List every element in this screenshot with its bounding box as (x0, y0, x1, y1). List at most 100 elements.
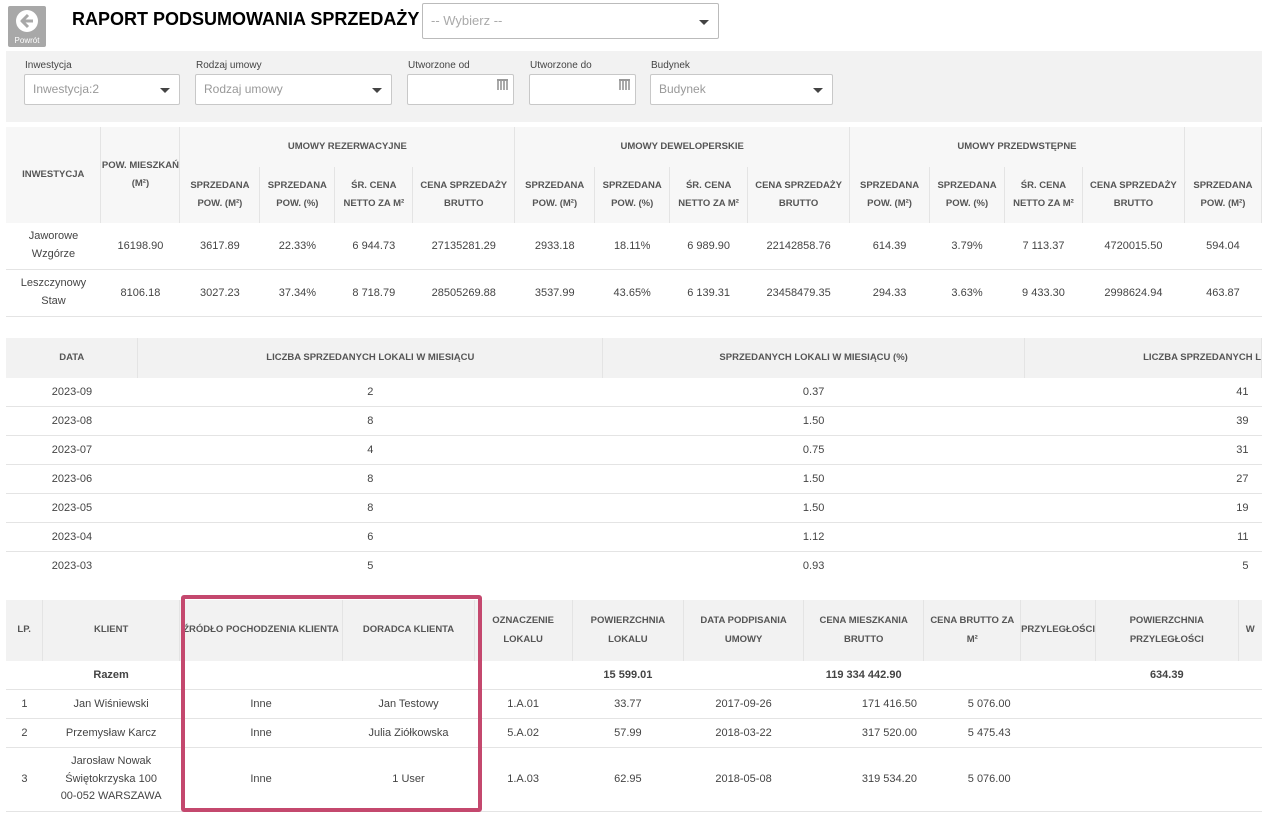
h-part: LOKALU (608, 633, 648, 645)
sub-label: POW. (M²) (1200, 198, 1246, 209)
group-developer: UMOWY DEWELOPERSKIE (514, 127, 851, 167)
created-to-label: Utworzone do (530, 60, 592, 71)
sub-label: ŚR. CENA (1020, 179, 1067, 191)
col-sold-pct[interactable]: SPRZEDANYCH LOKALI W MIESIĄCU (%) (602, 338, 1026, 378)
building-select[interactable]: Budynek (650, 74, 833, 105)
cell: 6 989.90 (669, 223, 748, 270)
contract-type-select[interactable]: Rodzaj umowy (195, 74, 392, 105)
cell: 3.63% (929, 269, 1005, 317)
cell (1020, 661, 1096, 690)
cell (1095, 689, 1239, 719)
cell (1238, 689, 1262, 719)
cell: 1.50 (602, 406, 1025, 436)
col-sold-area[interactable]: SPRZEDANA POW. (M²) (179, 167, 261, 223)
page-title: RAPORT PODSUMOWANIA SPRZEDAŻY (72, 9, 420, 29)
table-row: 2023-04 6 1.12 11 (6, 522, 1262, 552)
cell: 2023-03 (51, 560, 93, 572)
created-to-input[interactable] (529, 74, 636, 105)
col-adjacent-area[interactable]: POWIERZCHNIA PRZYLEGŁOŚCI (1095, 600, 1239, 661)
col-sale-price[interactable]: CENA SPRZEDAŻY BRUTTO (747, 167, 851, 223)
main-select[interactable]: -- Wybierz -- (422, 3, 719, 39)
cell: 0.75 (602, 435, 1025, 465)
sub-label: CENA SPRZEDAŻY (1090, 179, 1177, 191)
summary-row: Razem 15 599.01 119 334 442.90 634.39 (6, 661, 1262, 690)
created-from-input[interactable] (407, 74, 514, 105)
cell: 5 (1242, 560, 1249, 572)
col-avg-price[interactable]: ŚR. CENA NETTO ZA M² (669, 167, 749, 223)
col-client-advisor[interactable]: DORADCA KLIENTA (342, 600, 475, 661)
cell: 5 076.00 (923, 689, 1021, 719)
cell: 317 520.00 (803, 718, 924, 748)
col-adjacent[interactable]: PRZYLEGŁOŚCI (1020, 600, 1096, 661)
col-lp[interactable]: LP. (6, 600, 44, 661)
col-sold-pct[interactable]: SPRZEDANA POW. (%) (929, 167, 1005, 223)
col-sold-area[interactable]: SPRZEDANA POW. (M²) (514, 167, 596, 223)
cell: 1.A.03 (474, 747, 573, 812)
cell: 8 (137, 493, 603, 523)
filter-bar: Inwestycja Inwestycja:2 Rodzaj umowy Rod… (6, 51, 1262, 122)
sub-label: ŚR. CENA (351, 179, 397, 191)
cell: 5.A.02 (474, 718, 573, 748)
col-unit[interactable]: OZNACZENIE LOKALU (474, 600, 573, 661)
cell: 37.34% (259, 269, 335, 317)
cell: Jan Testowy (342, 689, 475, 719)
contract-type-label: Rodzaj umowy (196, 60, 262, 71)
h-part: CENA BRUTTO ZA (930, 615, 1015, 627)
table-row: 2023-05 8 1.50 19 (6, 493, 1262, 523)
investment-name: Jaworowe Wzgórze (6, 223, 101, 270)
calendar-icon[interactable] (619, 79, 630, 90)
chevron-down-icon (160, 88, 170, 93)
cell: 19 (1024, 493, 1262, 523)
col-price-per-m2[interactable]: CENA BRUTTO ZA M² (923, 600, 1022, 661)
sum-price: 119 334 442.90 (803, 661, 924, 690)
col-apartment-price[interactable]: CENA MIESZKANIA BRUTTO (803, 600, 925, 661)
cell: Jan Wiśniewski (42, 689, 180, 719)
col-avg-price[interactable]: ŚR. CENA NETTO ZA M² (334, 167, 414, 223)
col-sold-area[interactable]: SPRZEDANA POW. (M²) (849, 167, 931, 223)
cell: 1.50 (602, 493, 1025, 523)
col-date[interactable]: DATA (6, 338, 139, 378)
col-sold-area[interactable]: SPRZEDANA POW. (M²) (1184, 167, 1262, 223)
col-sign-date[interactable]: DATA PODPISANIA UMOWY (683, 600, 804, 661)
cell: Inne (179, 747, 343, 812)
cell: 6 944.73 (334, 223, 413, 270)
cell: 2023-09 (6, 378, 138, 407)
cell: Inne (179, 718, 343, 748)
col-client[interactable]: KLIENT (42, 600, 180, 661)
sub-label: BRUTTO (444, 198, 484, 209)
col-client-source[interactable]: ŹRÓDŁO POCHODZENIA KLIENTA (179, 600, 344, 661)
col-sold-cumulative[interactable]: LICZBA SPRZEDANYCH L (1024, 338, 1262, 378)
cell: Julia Ziółkowska (342, 718, 475, 748)
cell: 57.99 (572, 718, 684, 748)
col-extra[interactable]: W (1238, 600, 1262, 661)
cell: Inne (179, 689, 343, 719)
cell: 22.33% (259, 223, 335, 270)
col-sold-pct[interactable]: SPRZEDANA POW. (%) (594, 167, 671, 223)
calendar-icon[interactable] (497, 79, 508, 90)
name-part: Leszczynowy (20, 277, 87, 290)
col-apartment-area[interactable]: POW. MIESZKAŃ (M²) (100, 127, 181, 223)
col-sold-count[interactable]: LICZBA SPRZEDANYCH LOKALI W MIESIĄCU (137, 338, 604, 378)
col-unit-area[interactable]: POWIERZCHNIA LOKALU (572, 600, 685, 661)
client-city: 00-052 WARSZAWA (60, 790, 162, 803)
cell (923, 661, 1021, 690)
cell: 3 (6, 747, 43, 812)
col-avg-price[interactable]: ŚR. CENA NETTO ZA M² (1004, 167, 1083, 223)
back-button[interactable]: Powrót (8, 6, 46, 47)
col-sale-price[interactable]: CENA SPRZEDAŻY BRUTTO (1082, 167, 1185, 223)
h-part: BRUTTO (843, 633, 884, 645)
cell: 8 (137, 406, 603, 436)
cell: 3617.89 (179, 223, 260, 270)
col-sold-pct[interactable]: SPRZEDANA POW. (%) (259, 167, 336, 223)
col-sale-price[interactable]: CENA SPRZEDAŻY BRUTTO (412, 167, 516, 223)
cell: 8 718.79 (334, 269, 413, 317)
sub-label: SPRZEDANA (859, 179, 920, 191)
group-preliminary: UMOWY PRZEDWSTĘPNE (849, 127, 1185, 167)
cell (1020, 718, 1096, 748)
col-investment[interactable]: INWESTYCJA (6, 127, 102, 223)
name-part: Jaworowe (28, 230, 79, 243)
cell: 7 113.37 (1004, 223, 1083, 270)
cell (179, 661, 343, 690)
investment-select[interactable]: Inwestycja:2 (24, 74, 180, 105)
cell: 5 475.43 (923, 718, 1021, 748)
